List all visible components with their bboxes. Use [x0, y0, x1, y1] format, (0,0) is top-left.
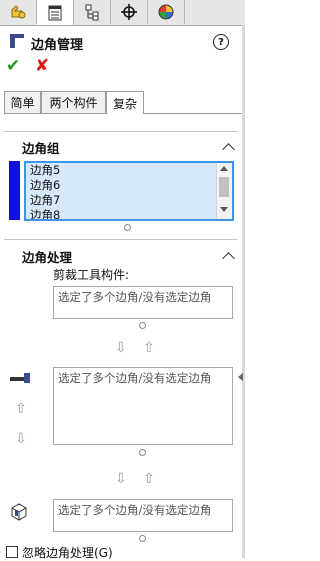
panel-title: 边角管理: [31, 38, 84, 53]
resize-handle[interactable]: [139, 449, 146, 456]
property-tabs-strip: [0, 0, 245, 26]
tab-configuration-manager[interactable]: [74, 0, 111, 24]
corner-type-tabs: 简单 两个构件 复杂: [4, 91, 242, 114]
cancel-button[interactable]: ✘: [35, 58, 49, 75]
collapse-chevron-icon[interactable]: [222, 143, 235, 156]
weldment-member-icon: [11, 503, 27, 521]
list-item[interactable]: 边角6: [26, 178, 232, 193]
display-manager-icon: [158, 4, 174, 20]
move-up-arrow-icon[interactable]: ⇧: [143, 341, 155, 355]
list-item[interactable]: 边角7: [26, 193, 232, 208]
body-field-text: 选定了多个边角/没有选定边角: [58, 503, 212, 517]
body-field[interactable]: 选定了多个边角/没有选定边角: [53, 499, 233, 532]
scroll-down-icon[interactable]: [220, 207, 228, 212]
resize-handle[interactable]: [139, 535, 146, 542]
trim-tool-field-text: 选定了多个边角/没有选定边角: [58, 290, 212, 304]
move-down-arrow-icon[interactable]: ⇩: [115, 341, 127, 355]
corner-treatment-title: 边角处理: [22, 250, 73, 265]
tab-property-manager[interactable]: [37, 0, 74, 25]
list-scrollbar[interactable]: [216, 163, 232, 219]
trim-tool-label: 剪裁工具构件:: [53, 268, 130, 282]
configuration-manager-icon: [85, 4, 99, 21]
member-field-text: 选定了多个边角/没有选定边角: [58, 371, 212, 385]
selection-color-swatch: [9, 161, 20, 220]
tab-simple[interactable]: 简单: [4, 91, 41, 113]
tab-display-manager[interactable]: [148, 0, 185, 24]
member-field[interactable]: 选定了多个边角/没有选定边角: [53, 367, 233, 445]
panel-right-edge: [242, 25, 245, 558]
tab-complex[interactable]: 复杂: [106, 91, 144, 114]
ignore-corner-checkbox[interactable]: [6, 546, 18, 558]
scroll-up-icon[interactable]: [220, 166, 228, 171]
collapse-chevron-icon[interactable]: [222, 252, 235, 265]
move-down-arrow-icon[interactable]: ⇩: [15, 432, 27, 446]
help-button[interactable]: ?: [213, 34, 229, 50]
ok-button[interactable]: ✔: [6, 58, 20, 75]
move-up-arrow-icon[interactable]: ⇧: [15, 402, 27, 416]
tab-dimxpert[interactable]: [111, 0, 148, 24]
corner-group-title: 边角组: [22, 141, 60, 156]
tab-two-members[interactable]: 两个构件: [41, 91, 106, 113]
move-down-arrow-icon[interactable]: ⇩: [115, 472, 127, 486]
corner-management-icon: [10, 34, 24, 48]
scroll-left-icon[interactable]: [238, 373, 243, 381]
ignore-corner-label[interactable]: 忽略边角处理(G): [22, 544, 113, 561]
feature-manager-icon: [11, 5, 26, 19]
property-manager-icon: [48, 5, 62, 20]
list-item[interactable]: 边角8: [26, 208, 232, 219]
section-divider: [4, 239, 238, 240]
move-up-arrow-icon[interactable]: ⇧: [143, 472, 155, 486]
trim-member-icon: [10, 373, 30, 383]
tab-feature-manager[interactable]: [0, 0, 37, 24]
trim-tool-field[interactable]: 选定了多个边角/没有选定边角: [53, 286, 233, 319]
resize-handle[interactable]: [139, 322, 146, 329]
dimxpert-icon: [121, 4, 137, 20]
section-divider: [4, 131, 238, 132]
scroll-thumb[interactable]: [219, 177, 229, 197]
resize-handle[interactable]: [124, 224, 131, 231]
corner-list[interactable]: 边角5 边角6 边角7 边角8: [24, 161, 234, 221]
list-item[interactable]: 边角5: [26, 163, 232, 178]
